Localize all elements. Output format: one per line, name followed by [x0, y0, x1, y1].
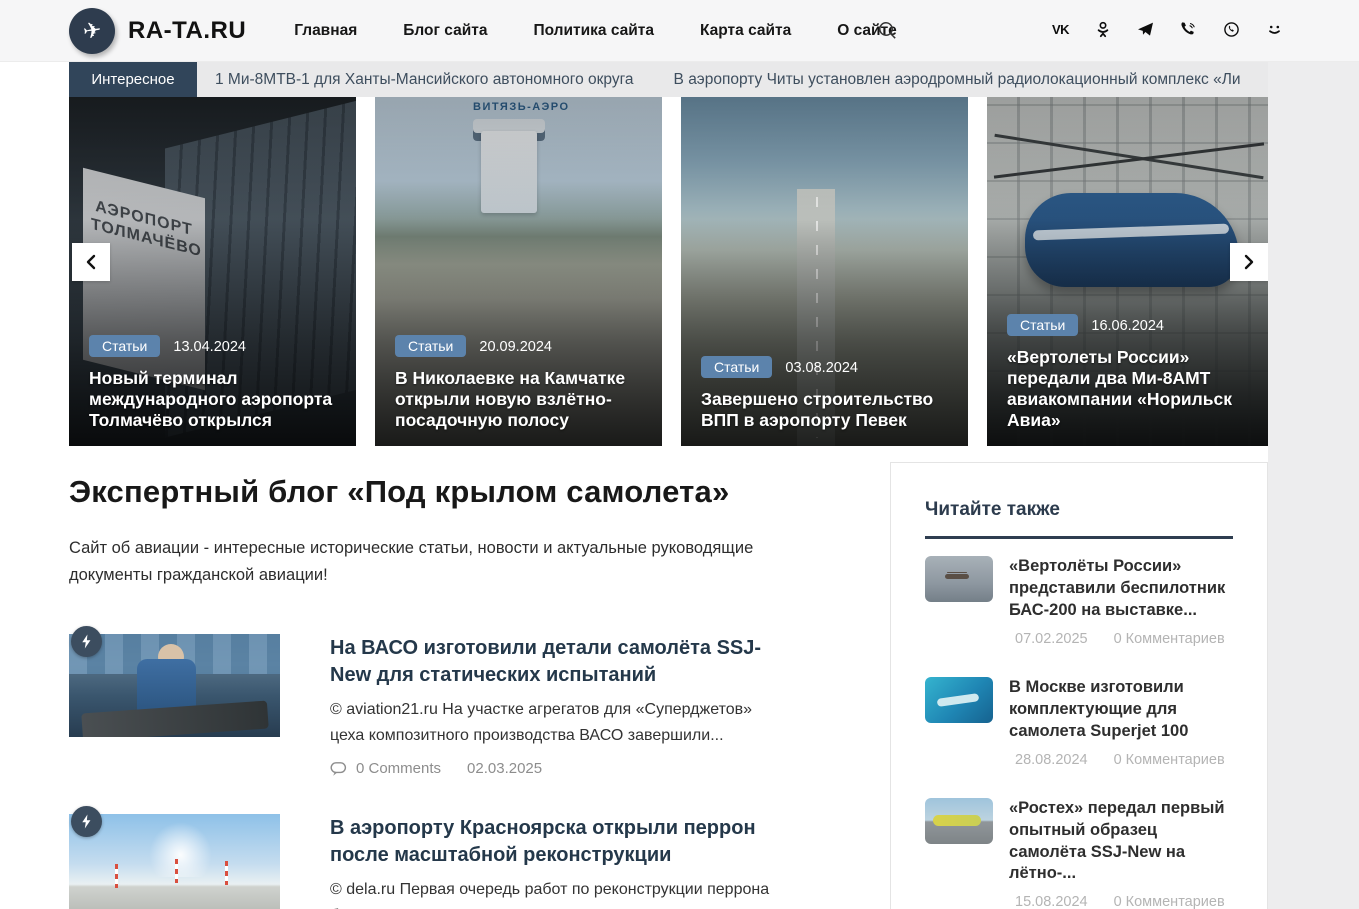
content-row: Экспертный блог «Под крылом самолета» Са… — [69, 446, 1268, 909]
read-also-sidebar: Читайте также «Вертолёты России» предста… — [890, 462, 1268, 909]
carousel-slide[interactable]: Статьи 03.08.2024 Завершено строительство… — [681, 97, 968, 446]
slide-title[interactable]: Новый терминал международного аэропорта … — [89, 368, 343, 431]
article-photo-vaso — [69, 634, 280, 738]
article-thumbnail[interactable] — [69, 806, 280, 909]
slide-date: 03.08.2024 — [785, 360, 858, 376]
category-badge[interactable]: Статьи — [395, 335, 467, 357]
sidebar-article-date: 15.08.2024 — [1015, 894, 1088, 909]
category-badge[interactable]: Статьи — [89, 335, 161, 357]
article-photo-apron — [69, 814, 280, 909]
sidebar-article-item[interactable]: «Ростех» передал первый опытный образец … — [925, 797, 1233, 909]
site-header: ✈ RA-TA.RU Главная Блог сайта Политика с… — [0, 0, 1359, 62]
site-logo[interactable]: ✈ RA-TA.RU — [69, 7, 247, 54]
sidebar-article-item[interactable]: В Москве изготовили комплектующие для са… — [925, 676, 1233, 768]
viber-phone-icon[interactable] — [1180, 20, 1197, 38]
social-links: VK — [1052, 20, 1283, 38]
sidebar-article-comments: 0 Комментариев — [1113, 894, 1225, 909]
slide-title[interactable]: Завершено строительство ВПП в аэропорту … — [701, 389, 955, 431]
nav-item-sitemap[interactable]: Карта сайта — [700, 22, 791, 40]
slide-date: 20.09.2024 — [479, 339, 552, 355]
category-badge[interactable]: Статьи — [1007, 314, 1079, 336]
nav-item-home[interactable]: Главная — [294, 22, 357, 40]
sidebar-title: Читайте также — [925, 499, 1060, 520]
main-nav: Главная Блог сайта Политика сайта Карта … — [294, 22, 897, 40]
article-thumbnail[interactable] — [69, 626, 280, 777]
dzen-smile-icon[interactable] — [1266, 20, 1283, 38]
sidebar-article-meta: 15.08.2024 0 Комментариев — [1009, 894, 1233, 909]
telegram-icon[interactable] — [1137, 20, 1154, 38]
slide-date: 13.04.2024 — [173, 339, 246, 355]
article-excerpt: © aviation21.ru На участке агрегатов для… — [330, 701, 753, 744]
search-icon[interactable] — [878, 21, 897, 40]
sidebar-article-comments: 0 Комментариев — [1113, 751, 1225, 768]
sidebar-thumb-ssj — [925, 797, 993, 844]
carousel-track: АЭРОПОРТ ТОЛМАЧЁВО Статьи13.04.2024 Новы… — [69, 97, 1268, 446]
sidebar-article-date: 28.08.2024 — [1015, 751, 1088, 768]
comments-icon — [330, 761, 347, 777]
sidebar-thumb-helicopter — [925, 556, 993, 602]
featured-carousel: АЭРОПОРТ ТОЛМАЧЁВО Статьи13.04.2024 Новы… — [69, 97, 1268, 446]
slide-title[interactable]: В Николаевке на Камчатке открыли новую в… — [395, 368, 649, 431]
vk-icon[interactable]: VK — [1052, 20, 1070, 38]
carousel-slide[interactable]: ВИТЯЗЬ-АЭРО Статьи20.09.2024 В Николаевк… — [375, 97, 662, 446]
ticker-items: 1 Ми-8МТВ-1 для Ханты-Мансийского автоно… — [197, 71, 1241, 89]
article-date: 02.03.2025 — [467, 760, 543, 778]
page-right-gutter — [1268, 62, 1359, 909]
site-title: RA-TA.RU — [128, 16, 247, 44]
category-badge[interactable]: Статьи — [701, 356, 773, 378]
ticker-label: Интересное — [69, 62, 197, 97]
carousel-prev-button[interactable] — [72, 243, 110, 281]
main-column: Экспертный блог «Под крылом самолета» Са… — [69, 446, 821, 909]
news-ticker: Интересное 1 Ми-8МТВ-1 для Ханты-Мансийс… — [69, 62, 1268, 97]
carousel-next-button[interactable] — [1230, 243, 1268, 281]
ticker-item[interactable]: В аэропорту Читы установлен аэродромный … — [674, 71, 1241, 89]
sidebar-article-title[interactable]: «Ростех» передал первый опытный образец … — [1009, 798, 1233, 886]
ticker-item[interactable]: 1 Ми-8МТВ-1 для Ханты-Мансийского автоно… — [215, 71, 634, 89]
nav-item-blog[interactable]: Блог сайта — [403, 22, 487, 40]
article-excerpt: © dela.ru Первая очередь работ по реконс… — [330, 881, 770, 909]
sidebar-article-title[interactable]: «Вертолёты России» представили беспилотн… — [1009, 556, 1233, 622]
article-title[interactable]: На ВАСО изготовили детали самолёта SSJ-N… — [330, 635, 790, 688]
comments-count[interactable]: 0 Comments — [356, 760, 441, 777]
odnoklassniki-icon[interactable] — [1095, 20, 1111, 38]
sidebar-article-comments: 0 Комментариев — [1113, 630, 1225, 647]
slide-title[interactable]: «Вертолеты России» передали два Ми-8АМТ … — [1007, 347, 1261, 431]
article-meta: 0 Comments 02.03.2025 — [330, 760, 790, 777]
page-title: Экспертный блог «Под крылом самолета» — [69, 474, 730, 509]
sidebar-article-meta: 28.08.2024 0 Комментариев — [1009, 752, 1233, 768]
whatsapp-icon[interactable] — [1223, 20, 1240, 38]
article-title[interactable]: В аэропорту Красноярска открыли перрон п… — [330, 815, 790, 868]
sidebar-thumb-expo — [925, 676, 993, 723]
article-list-item: В аэропорту Красноярска открыли перрон п… — [69, 806, 821, 909]
slide-date: 16.06.2024 — [1091, 318, 1164, 334]
carousel-slide[interactable]: Статьи 16.06.2024 «Вертолеты России» пере… — [987, 97, 1268, 446]
sidebar-article-date: 07.02.2025 — [1015, 630, 1088, 647]
sidebar-title-underline — [925, 536, 1233, 539]
carousel-slide[interactable]: АЭРОПОРТ ТОЛМАЧЁВО Статьи13.04.2024 Новы… — [69, 97, 356, 446]
nav-item-policy[interactable]: Политика сайта — [533, 22, 654, 40]
sidebar-article-title[interactable]: В Москве изготовили комплектующие для са… — [1009, 677, 1233, 743]
sidebar-article-item[interactable]: «Вертолёты России» представили беспилотн… — [925, 556, 1233, 647]
site-description: Сайт об авиации - интересные исторически… — [69, 539, 754, 584]
airplane-logo-icon: ✈ — [69, 7, 115, 54]
article-list-item: На ВАСО изготовили детали самолёта SSJ-N… — [69, 626, 821, 777]
sidebar-article-meta: 07.02.2025 0 Комментариев — [1009, 631, 1233, 647]
